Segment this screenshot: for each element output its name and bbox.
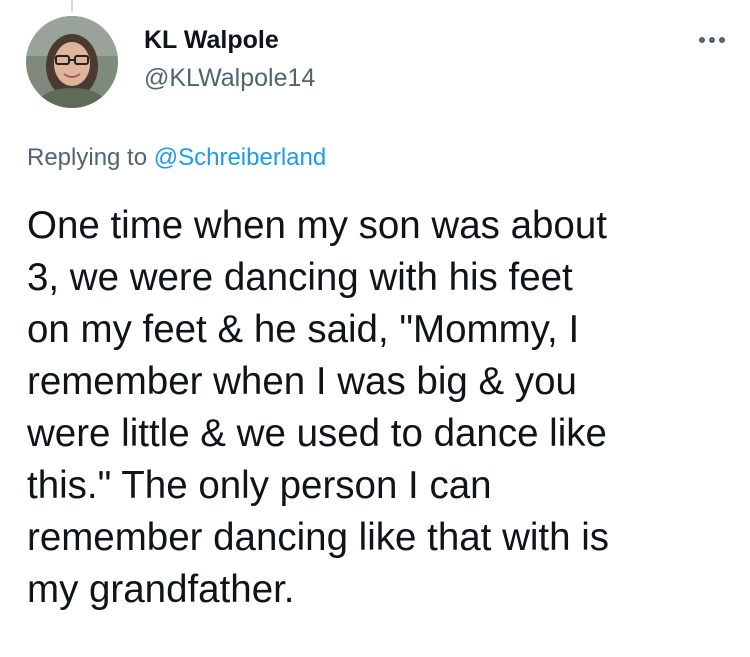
tweet-text-line: One time when my son was about <box>27 204 607 247</box>
tweet-text-line: remember dancing like that with is <box>27 516 610 559</box>
more-options-button[interactable] <box>694 22 730 58</box>
tweet-text-line: this." The only person I can <box>27 464 492 507</box>
tweet-text-line: remember when I was big & you <box>27 360 577 403</box>
tweet-text-line: my grandfather. <box>27 568 295 611</box>
tweet-text-line: were little & we used to dance like <box>27 412 607 455</box>
author-handle[interactable]: @KLWalpole14 <box>144 62 315 94</box>
tweet-text-line: 3, we were dancing with his feet <box>27 256 573 299</box>
avatar-image <box>26 16 118 108</box>
tweet-text-line: on my feet & he said, "Mommy, I <box>27 308 580 351</box>
avatar[interactable] <box>26 16 118 108</box>
more-horizontal-icon <box>699 37 725 43</box>
reply-prefix: Replying to <box>27 144 148 171</box>
thread-connector-line <box>71 0 73 12</box>
reply-mention-link[interactable]: @Schreiberland <box>154 144 326 171</box>
author-display-name[interactable]: KL Walpole <box>144 24 279 56</box>
reply-context: Replying to @Schreiberland <box>27 142 326 174</box>
tweet-text: One time when my son was about 3, we wer… <box>27 200 742 616</box>
